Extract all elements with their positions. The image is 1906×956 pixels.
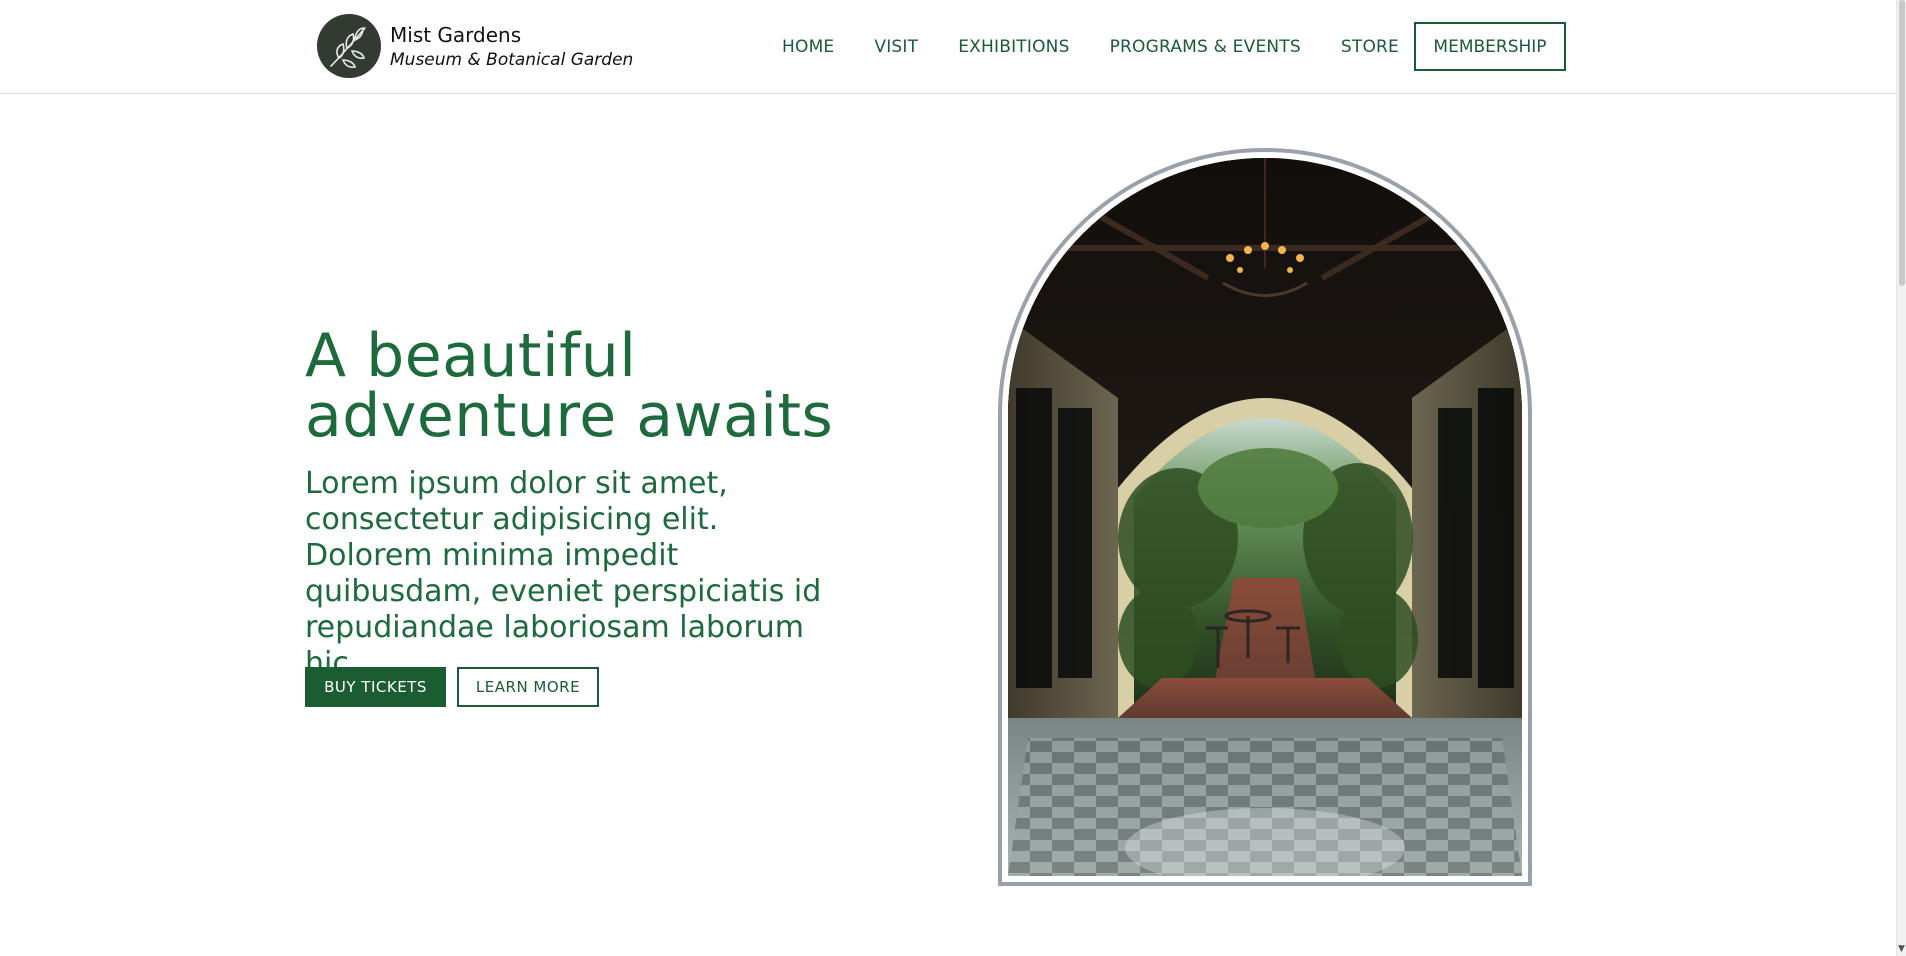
leaf-branch-icon bbox=[317, 14, 381, 78]
nav-store[interactable]: STORE bbox=[1341, 37, 1399, 57]
scrollbar-thumb[interactable] bbox=[1899, 0, 1905, 286]
brand-subtitle: Museum & Botanical Garden bbox=[390, 50, 634, 70]
membership-button[interactable]: MEMBERSHIP bbox=[1414, 22, 1566, 71]
brand-text: Mist Gardens Museum & Botanical Garden bbox=[390, 21, 633, 71]
main-nav: HOME VISIT EXHIBITIONS PROGRAMS & EVENTS… bbox=[782, 0, 1399, 94]
hero-text: Lorem ipsum dolor sit amet, consectetur … bbox=[305, 466, 822, 681]
learn-more-button[interactable]: LEARN MORE bbox=[457, 667, 599, 707]
page-scrollbar[interactable]: ▼ bbox=[1896, 0, 1906, 956]
hero-image-frame bbox=[998, 148, 1532, 886]
brand[interactable]: Mist Gardens Museum & Botanical Garden bbox=[317, 14, 633, 78]
scroll-down-arrow-icon[interactable]: ▼ bbox=[1898, 944, 1905, 954]
hero-title: A beautiful adventure awaits bbox=[305, 321, 834, 451]
buy-tickets-button[interactable]: BUY TICKETS bbox=[305, 667, 446, 707]
site-header: Mist Gardens Museum & Botanical Garden H… bbox=[0, 0, 1896, 94]
nav-programs-events[interactable]: PROGRAMS & EVENTS bbox=[1110, 37, 1301, 57]
nav-visit[interactable]: VISIT bbox=[874, 37, 918, 57]
nav-home[interactable]: HOME bbox=[782, 37, 834, 57]
nav-exhibitions[interactable]: EXHIBITIONS bbox=[958, 37, 1069, 57]
brand-name: Mist Gardens bbox=[390, 23, 522, 47]
hero-image bbox=[1008, 158, 1522, 876]
